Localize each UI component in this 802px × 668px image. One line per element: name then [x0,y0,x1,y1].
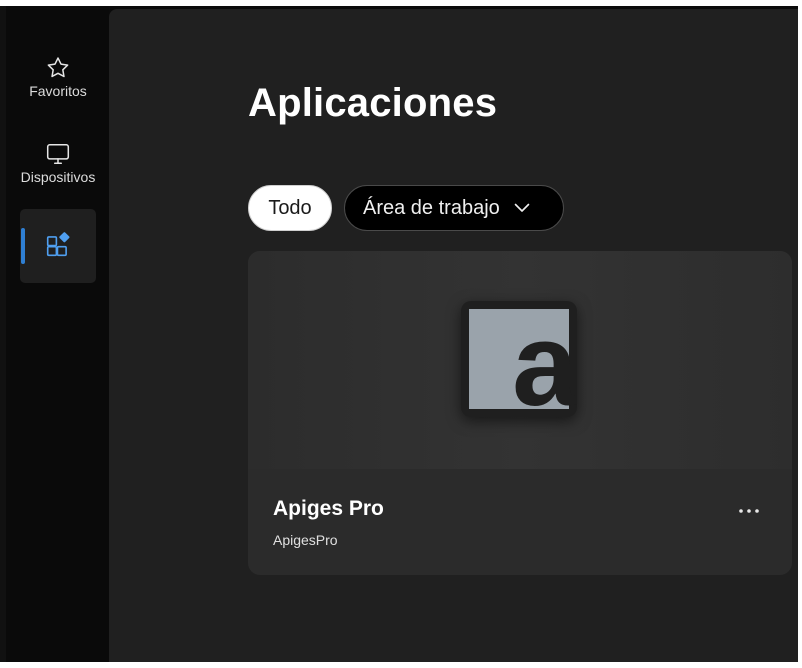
more-options-button[interactable] [732,499,766,523]
chevron-down-icon [514,203,530,213]
page-title: Aplicaciones [248,81,498,125]
app-card-hero: a [248,251,792,469]
apps-icon [45,231,71,259]
app-window: Favoritos Dispositivos Aplicaciones Todo… [0,6,798,662]
svg-text:a: a [512,301,577,417]
sidebar-item-apps[interactable] [20,209,96,283]
app-card[interactable]: a Apiges Pro ApigesPro [248,251,792,575]
sidebar-item-favorites[interactable]: Favoritos [20,44,96,118]
main-content: Aplicaciones Todo Área de trabajo a Apig… [109,9,798,662]
app-publisher: ApigesPro [273,532,338,548]
sidebar-item-devices[interactable]: Dispositivos [20,130,96,204]
sidebar-item-label: Dispositivos [20,169,96,185]
workspace-filter-label: Área de trabajo [363,196,500,219]
apiges-logo: a [461,299,579,431]
active-nav-indicator [21,228,25,264]
monitor-icon [45,140,71,168]
filter-all-button[interactable]: Todo [248,185,332,231]
star-icon [45,54,71,82]
sidebar: Favoritos Dispositivos [6,6,109,662]
app-name: Apiges Pro [273,497,384,520]
more-icon [739,509,759,513]
workspace-filter-dropdown[interactable]: Área de trabajo [344,185,564,231]
sidebar-item-label: Favoritos [29,83,87,99]
